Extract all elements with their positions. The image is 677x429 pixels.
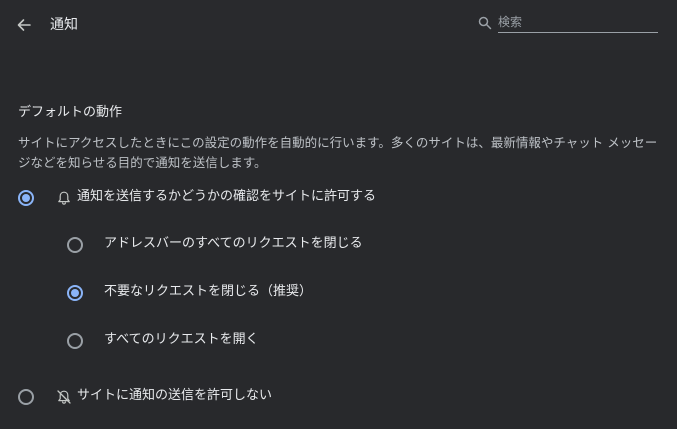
search-box bbox=[478, 12, 658, 34]
section-description: サイトにアクセスしたときにこの設定の動作を自動的に行います。多くのサイトは、最新… bbox=[18, 135, 658, 170]
search-input[interactable] bbox=[498, 12, 658, 33]
header-bar: 通知 bbox=[0, 0, 677, 50]
section-title: デフォルトの動作 bbox=[18, 105, 123, 120]
search-icon bbox=[478, 16, 492, 30]
bell-off-icon bbox=[57, 390, 71, 404]
option-block-label[interactable]: サイトに通知の送信を許可しない bbox=[77, 387, 272, 405]
arrow-left-icon bbox=[17, 19, 31, 31]
notification-settings-panel: デフォルトの動作 サイトにアクセスしたときにこの設定の動作を自動的に行います。多… bbox=[0, 50, 677, 429]
suboption-quiet-all-label[interactable]: アドレスバーのすべてのリクエストを閉じる bbox=[104, 235, 363, 253]
page-title: 通知 bbox=[50, 17, 78, 33]
radio-block[interactable] bbox=[18, 389, 34, 405]
radio-quiet-all[interactable] bbox=[67, 237, 83, 253]
radio-quiet-unwanted[interactable] bbox=[67, 285, 83, 301]
suboption-expand-all-label[interactable]: すべてのリクエストを開く bbox=[104, 331, 259, 349]
radio-allow-ask[interactable] bbox=[18, 190, 34, 206]
option-allow-ask-label[interactable]: 通知を送信するかどうかの確認をサイトに許可する bbox=[77, 188, 376, 206]
radio-expand-all[interactable] bbox=[67, 333, 83, 349]
bell-icon bbox=[58, 191, 70, 205]
back-button[interactable] bbox=[12, 13, 36, 37]
suboption-quiet-unwanted-label[interactable]: 不要なリクエストを閉じる（推奨） bbox=[104, 283, 312, 301]
